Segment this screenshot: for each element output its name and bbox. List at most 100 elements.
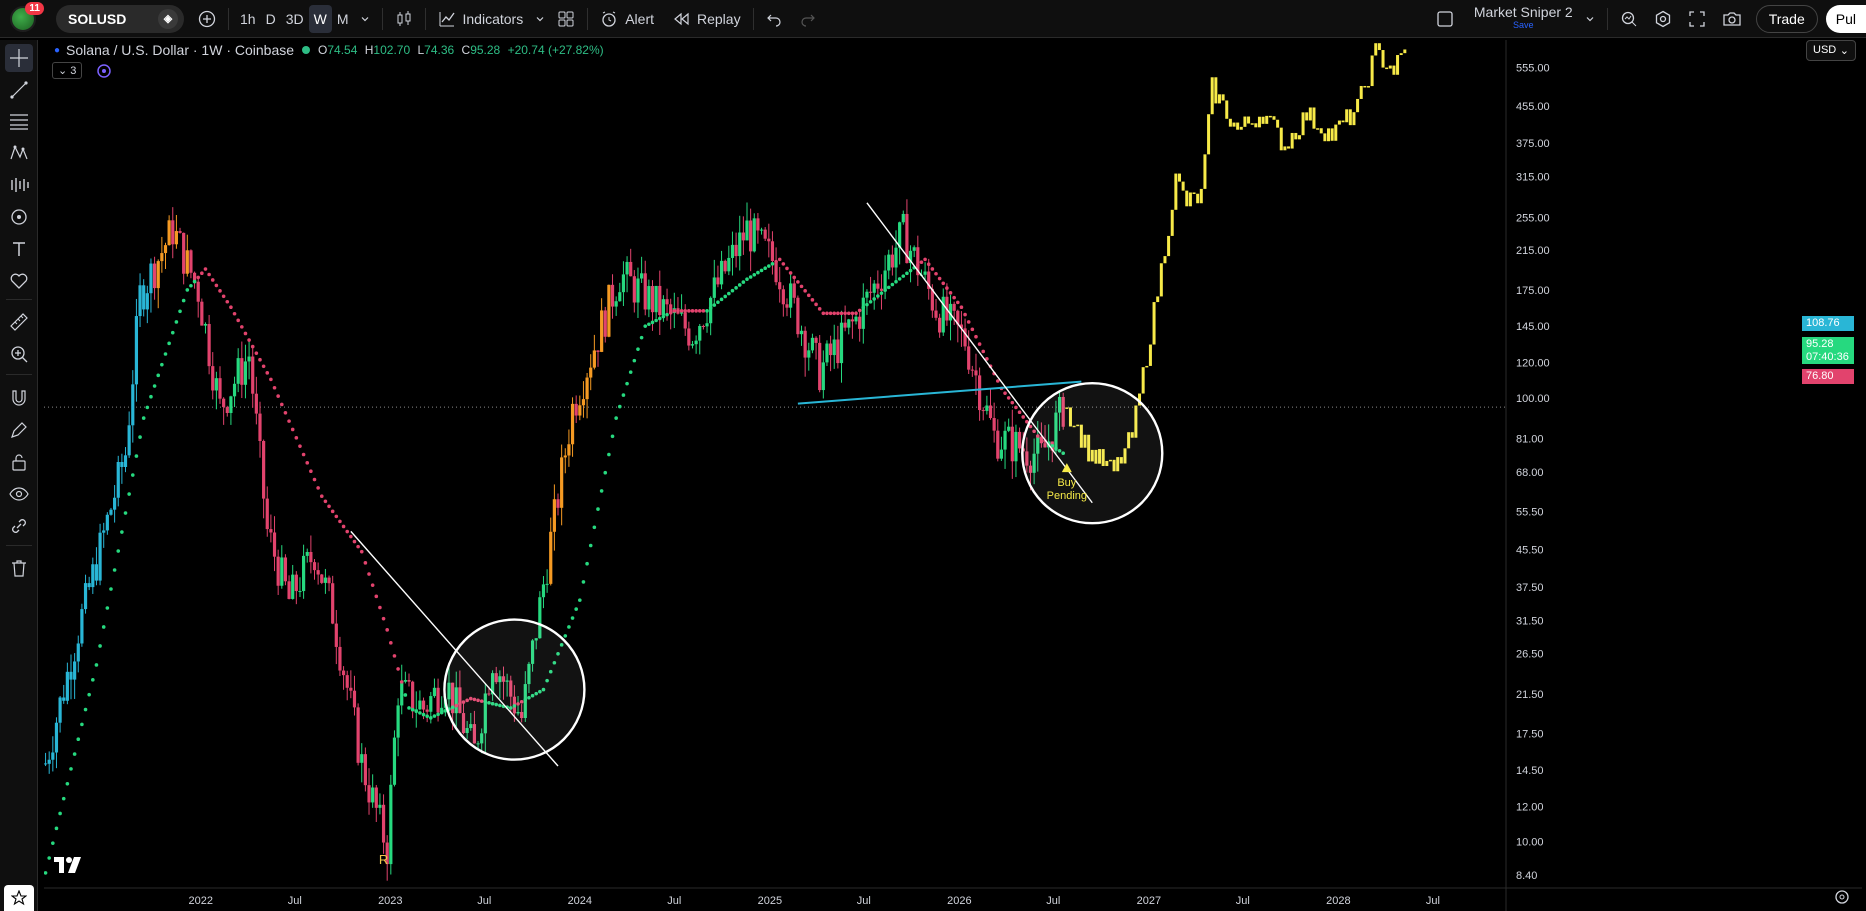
candle-body xyxy=(265,498,269,530)
symbol-options-icon[interactable]: ◈ xyxy=(158,8,178,29)
candle-body xyxy=(570,403,575,445)
crosshair-tool[interactable] xyxy=(5,44,33,72)
candle-body xyxy=(291,574,295,599)
price-chart[interactable]: 555.00 455.00 375.00 315.00 255.00 215.00 175.… xyxy=(44,40,1862,911)
supertrend-dot xyxy=(774,259,778,264)
indicators-button[interactable]: Indicators xyxy=(432,5,530,33)
candle-body xyxy=(62,697,66,701)
symbol-label: SOLUSD xyxy=(68,10,127,27)
candle-body xyxy=(843,322,847,328)
time-axis-tick: 2027 xyxy=(1137,895,1161,907)
candle-body xyxy=(709,297,713,324)
drawing-mode-tool[interactable] xyxy=(5,416,33,444)
timeframe-3d[interactable]: 3D xyxy=(281,5,309,33)
timeframe-w[interactable]: W xyxy=(308,4,332,33)
symbol-search[interactable]: SOLUSD ◈ xyxy=(56,4,184,33)
projection-bar xyxy=(1294,132,1298,140)
fib-tool[interactable] xyxy=(5,107,33,135)
chart-pane[interactable]: 555.00 455.00 375.00 315.00 255.00 215.00 175.… xyxy=(44,40,1862,911)
templates-button[interactable] xyxy=(551,5,581,33)
icons-tool[interactable] xyxy=(5,267,33,295)
trend-line-tool[interactable] xyxy=(5,76,33,104)
replay-button[interactable]: Replay xyxy=(666,5,747,33)
currency-select[interactable]: USD ⌄ xyxy=(1806,40,1856,61)
candle-body xyxy=(298,591,302,593)
supertrend-dot xyxy=(581,580,586,584)
supertrend-dot xyxy=(690,309,695,313)
lock-drawings-tool[interactable] xyxy=(5,448,33,476)
settings-button[interactable] xyxy=(1648,5,1678,33)
undo-button[interactable] xyxy=(760,5,788,33)
remove-drawings-tool[interactable] xyxy=(5,554,33,582)
pattern-tool[interactable] xyxy=(5,139,33,167)
text-tool[interactable] xyxy=(5,235,33,263)
time-axis-tick: Jul xyxy=(288,895,302,907)
studies-toggle[interactable]: ⌄ 3 xyxy=(52,62,83,79)
user-avatar[interactable]: 11 xyxy=(10,1,44,32)
candle-body xyxy=(978,375,982,411)
supertrend-dot xyxy=(109,587,113,591)
supertrend-dot xyxy=(708,306,713,310)
supertrend-dot xyxy=(599,489,604,493)
supertrend-dot xyxy=(948,291,953,295)
watchlist-star-button[interactable] xyxy=(4,885,34,911)
supertrend-dot xyxy=(832,311,837,316)
supertrend-dot xyxy=(719,297,724,302)
candle-body xyxy=(719,260,724,285)
layout-toggle[interactable] xyxy=(1430,5,1460,33)
supertrend-dot xyxy=(806,293,811,298)
layout-name-button[interactable]: Market Sniper 2 Save xyxy=(1468,5,1579,33)
compare-symbol-button[interactable] xyxy=(192,5,222,33)
alert-button[interactable]: Alert xyxy=(594,5,660,33)
candle-body xyxy=(658,285,662,316)
supertrend-dot xyxy=(799,284,804,289)
snapshot-button[interactable] xyxy=(1716,5,1748,33)
publish-button[interactable]: Pul xyxy=(1825,4,1866,33)
supertrend-dot xyxy=(919,260,924,265)
candle-body xyxy=(770,241,775,262)
legend-title[interactable]: Solana / U.S. Dollar · 1W · Coinbase xyxy=(66,42,294,58)
supertrend-dot xyxy=(269,377,273,382)
measure-tool[interactable] xyxy=(5,308,33,336)
hide-drawings-tool[interactable] xyxy=(5,480,33,508)
supertrend-dot xyxy=(865,302,869,307)
chart-type-button[interactable] xyxy=(389,5,419,33)
timeframe-m[interactable]: M xyxy=(332,5,354,33)
chevron-down-icon xyxy=(536,16,544,21)
indicators-dropdown[interactable] xyxy=(529,5,551,33)
forecast-tool[interactable] xyxy=(5,171,33,199)
fullscreen-button[interactable] xyxy=(1682,5,1712,33)
candle-body xyxy=(734,244,738,257)
supertrend-dot xyxy=(134,454,139,458)
zoom-tool[interactable] xyxy=(5,340,33,368)
supertrend-dot xyxy=(200,271,204,276)
supertrend-dot xyxy=(429,716,433,720)
candle-body xyxy=(283,557,288,582)
projection-bar xyxy=(1225,100,1229,119)
timeframe-dropdown[interactable] xyxy=(354,5,376,33)
timeframe-1h[interactable]: 1h xyxy=(235,5,261,33)
magnet-tool[interactable] xyxy=(5,384,33,412)
candle-body xyxy=(232,383,237,397)
supertrend-dot xyxy=(814,302,818,307)
candle-body xyxy=(563,455,567,458)
time-axis-tick: Jul xyxy=(1046,895,1060,907)
trade-button[interactable]: Trade xyxy=(1755,4,1818,33)
supertrend-dot xyxy=(839,311,844,316)
price-axis-tick: 145.00 xyxy=(1516,321,1550,333)
redo-button[interactable] xyxy=(794,5,822,33)
timeframe-d[interactable]: D xyxy=(261,5,281,33)
layout-dropdown[interactable] xyxy=(1579,5,1601,33)
supertrend-dot xyxy=(403,693,408,697)
candle-body xyxy=(87,583,91,588)
candle-body xyxy=(185,250,189,274)
candle-body xyxy=(934,310,938,318)
time-settings-icon[interactable] xyxy=(1834,889,1850,905)
square-icon xyxy=(1437,10,1453,27)
quick-search-button[interactable] xyxy=(1614,5,1644,33)
sync-drawings-tool[interactable] xyxy=(5,512,33,540)
supertrend-dot xyxy=(890,282,895,287)
redo-icon xyxy=(801,14,815,27)
shapes-tool[interactable] xyxy=(5,203,33,231)
refresh-icon[interactable] xyxy=(96,63,112,79)
